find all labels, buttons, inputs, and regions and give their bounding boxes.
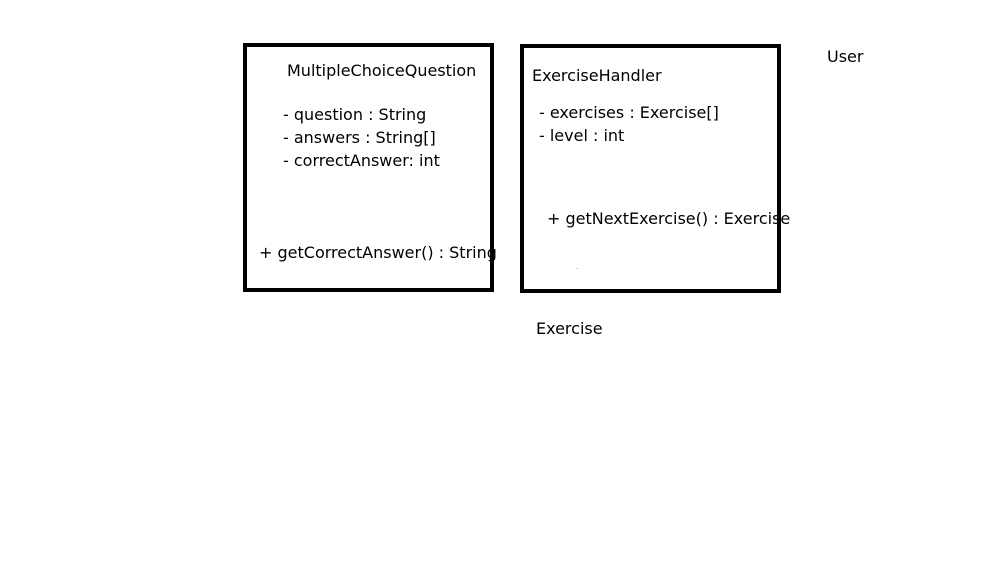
stray-mark [577,268,578,269]
class-label-exercise: Exercise [536,319,603,338]
attribute: - answers : String[] [283,128,436,147]
attribute: - level : int [539,126,625,145]
class-name: MultipleChoiceQuestion [287,61,477,80]
attribute: - exercises : Exercise[] [539,103,719,122]
method: + getNextExercise() : Exercise [547,209,791,228]
attribute-list: - question : String - answers : String[]… [283,103,440,172]
attribute-list: - exercises : Exercise[] - level : int [539,101,719,147]
class-box-exercise-handler: ExerciseHandler - exercises : Exercise[]… [520,44,790,293]
class-label-user: User [827,47,864,66]
class-box-multiple-choice-question: MultipleChoiceQuestion - question : Stri… [243,43,497,292]
attribute: - correctAnswer: int [283,151,440,170]
method: + getCorrectAnswer() : String [259,243,497,262]
class-name: ExerciseHandler [532,66,662,85]
attribute: - question : String [283,105,427,124]
